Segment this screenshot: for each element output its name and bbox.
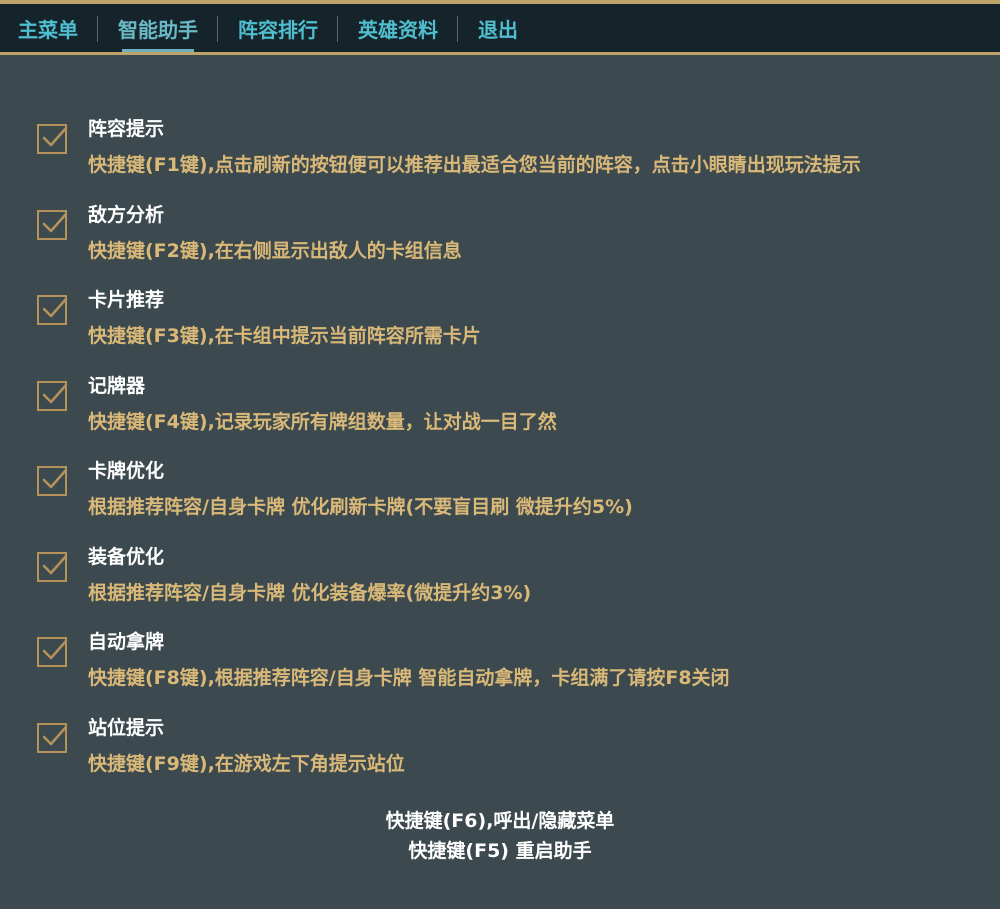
- tab-main-menu[interactable]: 主菜单: [0, 4, 98, 52]
- option-title: 记牌器: [88, 374, 146, 397]
- auto-pick-checkbox[interactable]: [37, 637, 68, 667]
- tab-exit[interactable]: 退出: [458, 4, 538, 52]
- tab-label: 主菜单: [18, 17, 78, 42]
- option-lineup-hint: 阵容提示 快捷键(F1键),点击刷新的按钮便可以推荐出最适合您当前的阵容，点击小…: [0, 108, 1000, 194]
- tab-label: 智能助手: [118, 17, 198, 42]
- option-equipment-optimize: 装备优化 根据推荐阵容/自身卡牌 优化装备爆率(微提升约3%): [0, 536, 1000, 622]
- active-tab-indicator: [122, 49, 194, 52]
- checkmark-icon: [42, 383, 68, 403]
- option-position-hint: 站位提示 快捷键(F9键),在游戏左下角提示站位: [0, 707, 1000, 793]
- checkmark-icon: [42, 554, 68, 574]
- option-card-recommend: 卡片推荐 快捷键(F3键),在卡组中提示当前阵容所需卡片: [0, 279, 1000, 365]
- toggle-menu-hotkey: 快捷键(F6),呼出/隐藏菜单: [385, 810, 615, 832]
- hotkey-footer: 快捷键(F6),呼出/隐藏菜单 快捷键(F5) 重启助手: [0, 806, 1000, 866]
- checkmark-icon: [42, 212, 68, 232]
- tab-label: 阵容排行: [238, 17, 318, 42]
- option-auto-pick: 自动拿牌 快捷键(F8键),根据推荐阵容/自身卡牌 智能自动拿牌，卡组满了请按F…: [0, 621, 1000, 707]
- checkmark-icon: [42, 639, 68, 660]
- card-counter-checkbox[interactable]: [37, 380, 68, 411]
- top-nav-bar: 主菜单 智能助手 阵容排行 英雄资料 退出: [0, 0, 1000, 55]
- checkmark-icon: [42, 468, 68, 489]
- options-list: 阵容提示 快捷键(F1键),点击刷新的按钮便可以推荐出最适合您当前的阵容，点击小…: [0, 108, 1000, 792]
- option-description: 快捷键(F4键),记录玩家所有牌组数量，让对战一目了然: [88, 410, 557, 433]
- checkmark-icon: [42, 297, 68, 318]
- tab-hero-info[interactable]: 英雄资料: [338, 4, 458, 52]
- option-description: 快捷键(F2键),在右侧显示出敌人的卡组信息: [88, 239, 462, 262]
- tab-label: 退出: [478, 17, 518, 42]
- card-optimize-checkbox[interactable]: [37, 466, 68, 496]
- tab-lineup-ranking[interactable]: 阵容排行: [218, 4, 338, 52]
- checkmark-icon: [42, 725, 68, 745]
- tab-label: 英雄资料: [358, 17, 438, 42]
- card-recommend-checkbox[interactable]: [37, 295, 68, 325]
- option-card-counter: 记牌器 快捷键(F4键),记录玩家所有牌组数量，让对战一目了然: [0, 365, 1000, 451]
- option-description: 快捷键(F1键),点击刷新的按钮便可以推荐出最适合您当前的阵容，点击小眼睛出现玩…: [88, 154, 861, 176]
- lineup-hint-checkbox[interactable]: [37, 124, 68, 154]
- option-title: 装备优化: [88, 545, 165, 568]
- option-title: 站位提示: [88, 716, 165, 739]
- option-enemy-analysis: 敌方分析 快捷键(F2键),在右侧显示出敌人的卡组信息: [0, 194, 1000, 280]
- option-description: 快捷键(F3键),在卡组中提示当前阵容所需卡片: [88, 325, 481, 347]
- option-card-optimize: 卡牌优化 根据推荐阵容/自身卡牌 优化刷新卡牌(不要盲目刷 微提升约5%): [0, 450, 1000, 536]
- option-description: 快捷键(F8键),根据推荐阵容/自身卡牌 智能自动拿牌，卡组满了请按F8关闭: [88, 667, 730, 689]
- option-title: 阵容提示: [88, 118, 165, 140]
- option-title: 卡牌优化: [88, 460, 165, 482]
- option-description: 根据推荐阵容/自身卡牌 优化装备爆率(微提升约3%): [88, 581, 532, 604]
- enemy-analysis-checkbox[interactable]: [37, 209, 68, 240]
- option-title: 卡片推荐: [88, 289, 165, 311]
- tab-smart-assistant[interactable]: 智能助手: [98, 4, 218, 52]
- position-hint-checkbox[interactable]: [37, 722, 68, 753]
- option-title: 敌方分析: [88, 203, 165, 226]
- checkmark-icon: [42, 126, 68, 147]
- option-description: 快捷键(F9键),在游戏左下角提示站位: [88, 752, 405, 775]
- option-title: 自动拿牌: [88, 631, 165, 653]
- option-description: 根据推荐阵容/自身卡牌 优化刷新卡牌(不要盲目刷 微提升约5%): [88, 496, 633, 518]
- equipment-optimize-checkbox[interactable]: [37, 551, 68, 582]
- restart-hotkey: 快捷键(F5) 重启助手: [408, 840, 592, 862]
